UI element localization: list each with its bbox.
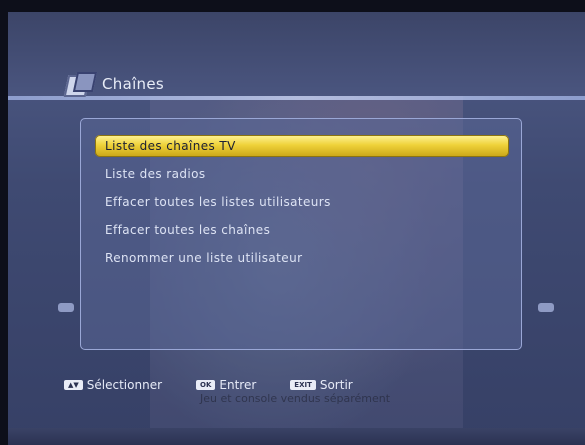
help-select: ▲▼ Sélectionner xyxy=(64,378,162,392)
help-select-label: Sélectionner xyxy=(86,378,163,392)
menu-item-radio-list[interactable]: Liste des radios xyxy=(95,163,509,185)
page-title: Chaînes xyxy=(102,75,164,93)
tv-screen: Chaînes Liste des chaînes TV Liste des r… xyxy=(8,12,585,445)
menu-item-label: Effacer toutes les listes utilisateurs xyxy=(105,195,331,209)
background-caption: Jeu et console vendus séparément xyxy=(200,392,391,405)
menu-panel: Liste des chaînes TV Liste des radios Ef… xyxy=(80,118,522,350)
left-scroll-tab xyxy=(58,303,74,312)
menu-item-label: Effacer toutes les chaînes xyxy=(105,223,271,237)
ok-key-icon: OK xyxy=(196,380,216,390)
help-bar: ▲▼ Sélectionner OK Entrer EXIT Sortir Je… xyxy=(8,368,585,445)
menu-item-label: Liste des chaînes TV xyxy=(105,139,236,153)
menu-item-rename-user-list[interactable]: Renommer une liste utilisateur xyxy=(95,247,509,269)
menu-item-label: Renommer une liste utilisateur xyxy=(105,251,303,265)
bottom-band xyxy=(8,428,585,445)
menu-item-delete-all-channels[interactable]: Effacer toutes les chaînes xyxy=(95,219,509,241)
menu-list: Liste des chaînes TV Liste des radios Ef… xyxy=(95,135,509,275)
menu-header: Chaînes xyxy=(63,68,164,100)
help-exit: EXIT Sortir xyxy=(290,378,353,392)
right-scroll-tab xyxy=(538,303,554,312)
help-ok-label: Entrer xyxy=(219,378,257,392)
menu-item-label: Liste des radios xyxy=(105,167,206,181)
menu-item-tv-list[interactable]: Liste des chaînes TV xyxy=(95,135,509,157)
channels-icon xyxy=(63,71,98,97)
help-exit-label: Sortir xyxy=(319,378,353,392)
help-ok: OK Entrer xyxy=(196,378,256,392)
menu-item-delete-user-lists[interactable]: Effacer toutes les listes utilisateurs xyxy=(95,191,509,213)
help-row: ▲▼ Sélectionner OK Entrer EXIT Sortir xyxy=(64,378,387,392)
exit-key-icon: EXIT xyxy=(290,380,316,390)
arrow-keys-icon: ▲▼ xyxy=(64,380,83,390)
